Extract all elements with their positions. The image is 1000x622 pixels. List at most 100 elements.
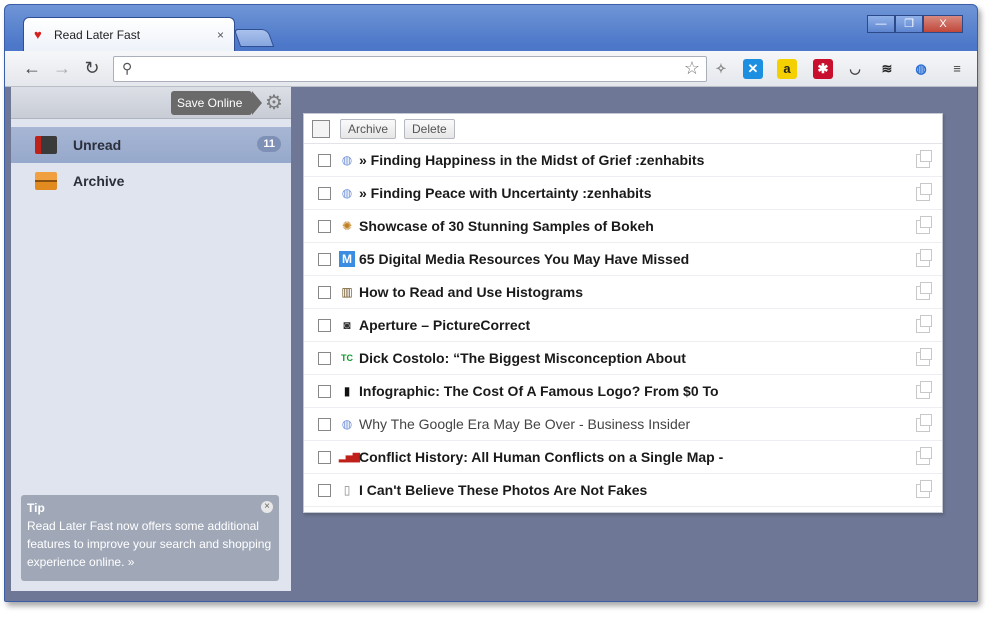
minimize-button[interactable]: — [867, 15, 895, 33]
list-item[interactable]: ▯ I Can't Believe These Photos Are Not Fa… [304, 474, 942, 507]
item-checkbox[interactable] [318, 318, 331, 332]
menu-icon[interactable]: ≡ [947, 59, 967, 79]
save-online-button[interactable]: Save Online [171, 91, 263, 115]
browser-tab[interactable]: ♥ Read Later Fast × [23, 17, 235, 51]
globe-ext-icon[interactable]: ◍ [911, 59, 931, 79]
sidebar-item-unread[interactable]: Unread 11 [11, 127, 291, 163]
item-title[interactable]: 65 Digital Media Resources You May Have … [359, 251, 689, 267]
item-title[interactable]: Why The Google Era May Be Over - Busines… [359, 416, 690, 432]
item-checkbox[interactable] [318, 219, 331, 233]
open-in-new-tab-icon[interactable] [916, 480, 932, 498]
page-favicon-icon: ▯ [343, 483, 351, 497]
item-checkbox[interactable] [318, 186, 331, 200]
maximize-button[interactable]: ❐ [895, 15, 923, 33]
address-bar[interactable]: ⚲ ☆ [113, 56, 707, 82]
open-in-new-tab-icon[interactable] [916, 414, 932, 432]
m-favicon-icon: M [339, 251, 355, 267]
item-title[interactable]: Aperture – PictureCorrect [359, 317, 530, 333]
window-controls: — ❐ X [867, 15, 963, 33]
sidebar-item-label: Unread [73, 137, 122, 153]
open-in-new-tab-icon[interactable] [916, 249, 932, 267]
amazon-icon[interactable]: a [777, 59, 797, 79]
open-in-new-tab-icon[interactable] [916, 315, 932, 333]
list-item[interactable]: TC Dick Costolo: “The Biggest Misconcepti… [304, 342, 942, 375]
select-all-checkbox[interactable] [312, 119, 330, 138]
unread-count-badge: 11 [257, 136, 281, 152]
sidebar-nav: Unread 11 Archive [11, 127, 291, 199]
item-title[interactable]: Dick Costolo: “The Biggest Misconception… [359, 350, 686, 366]
new-tab-button[interactable] [233, 29, 275, 47]
item-title[interactable]: I Can't Believe These Photos Are Not Fak… [359, 482, 647, 498]
item-checkbox[interactable] [318, 252, 331, 266]
list-item[interactable]: ◍ » Finding Peace with Uncertainty :zenha… [304, 177, 942, 210]
puzzle-icon[interactable]: ✧ [711, 59, 731, 79]
item-checkbox[interactable] [318, 483, 331, 497]
list-item[interactable]: ▂▅▇ Conflict History: All Human Conflicts… [304, 441, 942, 474]
archive-button[interactable]: Archive [340, 118, 397, 139]
list-item[interactable]: ✺ Showcase of 30 Stunning Samples of Boke… [304, 210, 942, 243]
reading-list-panel: Archive Delete ◍ » Finding Happiness in t… [303, 113, 943, 513]
list-item[interactable]: ▮ Infographic: The Cost Of A Famous Logo?… [304, 375, 942, 408]
delete-button[interactable]: Delete [404, 118, 455, 139]
item-title[interactable]: How to Read and Use Histograms [359, 284, 583, 300]
close-window-button[interactable]: X [923, 15, 963, 33]
open-in-new-tab-icon[interactable] [916, 447, 932, 465]
camera-favicon-icon: ◙ [343, 318, 351, 332]
item-checkbox[interactable] [318, 450, 331, 464]
sidebar-header: Save Online ⚙ [11, 87, 291, 119]
item-title[interactable]: Showcase of 30 Stunning Samples of Bokeh [359, 218, 654, 234]
globe-favicon-icon: ◍ [341, 186, 353, 200]
bars-favicon-icon: ▂▅▇ [339, 452, 360, 462]
archive-box-icon [35, 172, 57, 190]
list-item[interactable]: ◙ Aperture – PictureCorrect [304, 309, 942, 342]
sidebar: Save Online ⚙ Unread 11 Archive Tip Read… [11, 87, 291, 591]
document-favicon-icon: ▮ [343, 384, 351, 398]
back-icon[interactable]: ← [17, 58, 47, 79]
list-item[interactable]: ◍ Why The Google Era May Be Over - Busine… [304, 408, 942, 441]
globe-favicon-icon: ◍ [341, 417, 353, 431]
open-in-new-tab-icon[interactable] [916, 348, 932, 366]
book-icon [35, 136, 57, 154]
reload-icon[interactable]: ↻ [77, 58, 107, 79]
sidebar-item-archive[interactable]: Archive [11, 163, 291, 199]
techcrunch-favicon-icon: TC [341, 353, 353, 363]
list-item[interactable]: ▥ How to Read and Use Histograms [304, 276, 942, 309]
asterisk-ext-icon[interactable]: ✱ [813, 59, 833, 79]
item-title[interactable]: Conflict History: All Human Conflicts on… [359, 449, 723, 465]
browser-window: ♥ Read Later Fast × — ❐ X ← → ↻ ⚲ ☆ ✧ ✕ a ✱… [4, 4, 978, 602]
browser-toolbar: ← → ↻ ⚲ ☆ ✧ ✕ a ✱ ◡ ≋ ◍ ≡ [5, 51, 977, 87]
open-in-new-tab-icon[interactable] [916, 216, 932, 234]
item-checkbox[interactable] [318, 384, 331, 398]
action-bar: Archive Delete [304, 114, 942, 144]
layers-icon[interactable]: ≋ [877, 59, 897, 79]
open-in-new-tab-icon[interactable] [916, 183, 932, 201]
extension-page: Save Online ⚙ Unread 11 Archive Tip Read… [5, 87, 977, 601]
open-in-new-tab-icon[interactable] [916, 282, 932, 300]
item-title[interactable]: Infographic: The Cost Of A Famous Logo? … [359, 383, 719, 399]
search-icon: ⚲ [122, 60, 133, 76]
read-later-favicon-icon: ♥ [34, 26, 42, 42]
tab-title: Read Later Fast [54, 27, 141, 42]
item-checkbox[interactable] [318, 351, 331, 365]
tip-box: Tip Read Later Fast now offers some addi… [21, 495, 279, 581]
gear-icon[interactable]: ⚙ [265, 90, 283, 115]
globe-favicon-icon: ◍ [341, 153, 353, 167]
bokeh-favicon-icon: ✺ [341, 219, 353, 233]
item-checkbox[interactable] [318, 285, 331, 299]
tab-close-icon[interactable]: × [217, 28, 224, 42]
sidebar-item-label: Archive [73, 173, 125, 189]
open-in-new-tab-icon[interactable] [916, 150, 932, 168]
item-checkbox[interactable] [318, 417, 331, 431]
open-in-new-tab-icon[interactable] [916, 381, 932, 399]
x-ext-icon[interactable]: ✕ [743, 59, 763, 79]
tip-text[interactable]: Read Later Fast now offers some addition… [27, 517, 273, 571]
bookmark-star-icon[interactable]: ☆ [684, 58, 700, 79]
list-item[interactable]: M 65 Digital Media Resources You May Have… [304, 243, 942, 276]
pocket-icon[interactable]: ◡ [845, 59, 865, 79]
item-checkbox[interactable] [318, 153, 331, 167]
tip-close-icon[interactable]: × [261, 501, 273, 513]
list-item[interactable]: ◍ » Finding Happiness in the Midst of Gri… [304, 144, 942, 177]
item-title[interactable]: » Finding Happiness in the Midst of Grie… [359, 152, 704, 168]
item-title[interactable]: » Finding Peace with Uncertainty :zenhab… [359, 185, 652, 201]
forward-icon[interactable]: → [47, 58, 77, 79]
